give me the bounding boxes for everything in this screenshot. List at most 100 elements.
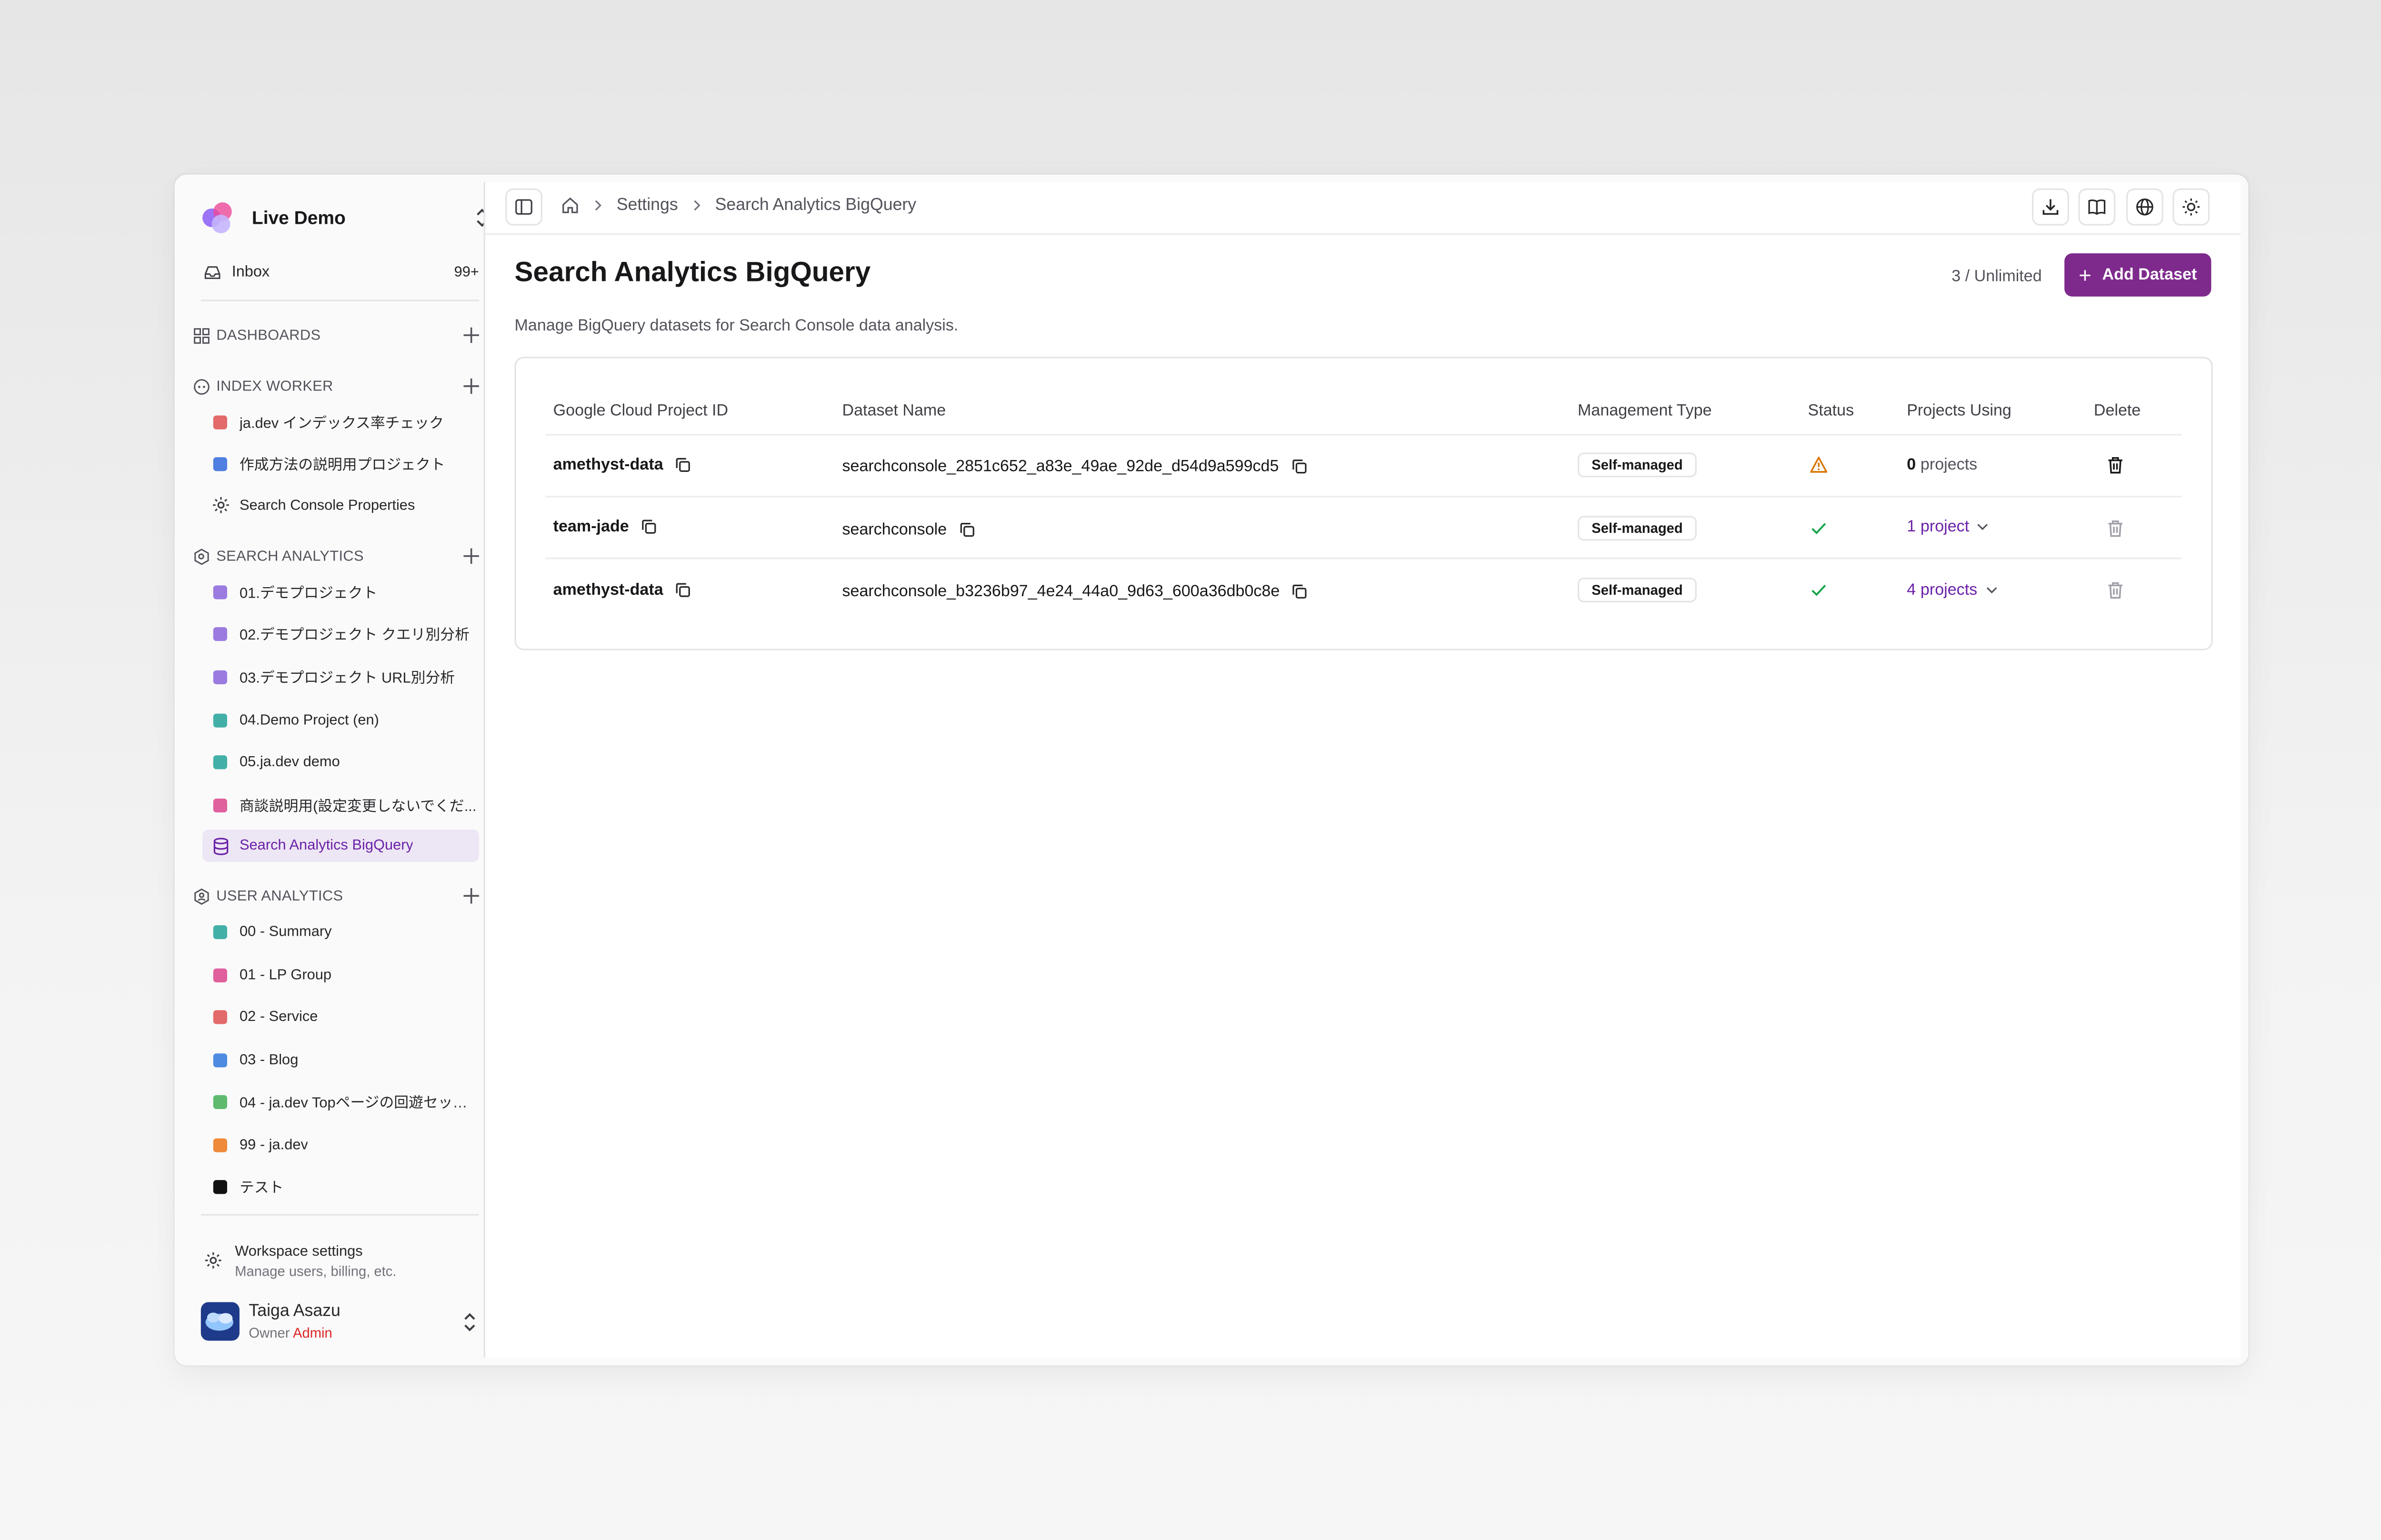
column-header-project-id: Google Cloud Project ID <box>553 401 729 420</box>
section-search-analytics[interactable]: SEARCH ANALYTICS <box>193 544 481 569</box>
sidebar-item-user-analytics[interactable]: 99 - ja.dev <box>202 1129 479 1160</box>
trash-icon[interactable] <box>2106 456 2125 474</box>
sidebar-item-search-analytics-bigquery[interactable]: Search Analytics BigQuery <box>202 829 479 862</box>
add-search-analytics-icon[interactable] <box>462 547 480 565</box>
divider <box>200 1214 479 1216</box>
sidebar-item-user-analytics[interactable]: テスト <box>202 1171 479 1202</box>
projects-count: 4 <box>1907 580 1916 600</box>
workspace-switcher[interactable]: Live Demo <box>195 195 491 241</box>
sidebar-item-index-worker[interactable]: 作成方法の説明用プロジェクト <box>202 448 479 479</box>
bot-icon <box>194 378 210 394</box>
sidebar-item-label: ja.dev インデックス率チェック <box>239 415 444 433</box>
home-icon[interactable] <box>561 196 580 215</box>
projects-using-dropdown[interactable]: 1 project <box>1907 518 1989 536</box>
sidebar-item-label: 作成方法の説明用プロジェクト <box>239 457 445 474</box>
breadcrumb-settings-link[interactable]: Settings <box>617 196 678 215</box>
sidebar-item-search-analytics[interactable]: 05.ja.dev demo <box>202 746 479 777</box>
copy-icon[interactable] <box>676 457 691 472</box>
breadcrumb: Settings Search Analytics BigQuery <box>561 196 916 215</box>
copy-icon[interactable] <box>1291 459 1306 474</box>
theme-toggle-button[interactable] <box>2172 188 2210 226</box>
datasets-table: Google Cloud Project ID Dataset Name Man… <box>514 357 2213 650</box>
add-dataset-button[interactable]: + Add Dataset <box>2064 253 2211 297</box>
sidebar-item-label: 01.デモプロジェクト <box>239 585 378 603</box>
section-dashboards[interactable]: DASHBOARDS <box>193 323 481 348</box>
workspace-settings-link[interactable]: Workspace settings Manage users, billing… <box>201 1240 479 1280</box>
section-index-worker[interactable]: INDEX WORKER <box>193 374 481 399</box>
color-dot <box>213 414 228 429</box>
projects-word: projects <box>1920 580 1978 600</box>
search-analytics-icon <box>194 548 209 564</box>
sidebar-item-search-analytics[interactable]: 02.デモプロジェクト クエリ別分析 <box>202 618 479 649</box>
section-search-analytics-label: SEARCH ANALYTICS <box>216 547 364 565</box>
user-analytics-icon <box>194 888 209 904</box>
sidebar-item-user-analytics[interactable]: 04 - ja.dev Topページの回遊セッシ... <box>202 1086 479 1117</box>
sidebar-item-user-analytics[interactable]: 00 - Summary <box>202 916 479 947</box>
sidebar-item-search-analytics[interactable]: 04.Demo Project (en) <box>202 704 479 735</box>
add-dashboard-icon[interactable] <box>462 326 480 344</box>
language-button[interactable] <box>2126 188 2163 226</box>
sidebar-item-user-analytics[interactable]: 02 - Service <box>202 1001 479 1032</box>
sidebar-item-user-analytics[interactable]: 01 - LP Group <box>202 959 479 990</box>
dataset-name: searchconsole_b3236b97_4e24_44a0_9d63_60… <box>842 582 1280 601</box>
sidebar-toggle-button[interactable] <box>505 188 542 226</box>
add-user-analytics-icon[interactable] <box>462 887 480 905</box>
color-dot <box>213 924 228 939</box>
divider <box>200 300 479 301</box>
sidebar-item-search-analytics[interactable]: 商談説明用(設定変更しないでくだ... <box>202 790 479 820</box>
docs-button[interactable] <box>2078 188 2116 226</box>
project-id: amethyst-data <box>553 580 663 600</box>
projects-using-dropdown[interactable]: 4 projects <box>1907 581 1997 600</box>
column-header-delete: Delete <box>2093 401 2141 420</box>
sun-icon <box>2182 198 2200 216</box>
color-dot <box>213 626 228 640</box>
sidebar-item-search-console-properties[interactable]: Search Console Properties <box>202 490 479 520</box>
chevron-down-icon <box>1978 524 1989 530</box>
user-menu[interactable]: Taiga Asazu Owner Admin <box>200 1298 479 1344</box>
sidebar-item-search-analytics[interactable]: 01.デモプロジェクト <box>202 576 479 607</box>
color-dot <box>213 1052 228 1067</box>
section-user-analytics-label: USER ANALYTICS <box>216 887 343 905</box>
warning-icon <box>1810 456 1828 473</box>
add-index-worker-icon[interactable] <box>462 377 480 395</box>
section-user-analytics[interactable]: USER ANALYTICS <box>193 883 481 908</box>
row-divider <box>545 496 2182 498</box>
management-type-badge: Self-managed <box>1578 452 1697 478</box>
table-row-project-id: amethyst-data <box>553 581 691 600</box>
database-icon <box>213 837 229 855</box>
chevron-right-icon <box>693 200 700 211</box>
sidebar-item-index-worker[interactable]: ja.dev インデックス率チェック <box>202 406 479 437</box>
chevrons-up-down-icon <box>464 1313 475 1331</box>
color-dot <box>213 456 228 470</box>
project-id: team-jade <box>553 517 629 536</box>
page-description: Manage BigQuery datasets for Search Cons… <box>514 316 959 335</box>
sidebar-item-user-analytics[interactable]: 03 - Blog <box>202 1044 479 1075</box>
section-dashboards-label: DASHBOARDS <box>216 327 321 344</box>
projects-count: 1 <box>1907 517 1916 536</box>
color-dot <box>213 1137 228 1152</box>
projects-count: 0 <box>1907 455 1916 474</box>
sidebar-item-label: 01 - LP Group <box>239 966 332 983</box>
sidebar-item-search-analytics[interactable]: 03.デモプロジェクト URL別分析 <box>202 661 479 692</box>
workspace-settings-title: Workspace settings <box>235 1242 363 1260</box>
sidebar-item-inbox[interactable]: Inbox 99+ <box>201 256 479 287</box>
table-row-project-id: amethyst-data <box>553 456 691 474</box>
color-dot <box>213 754 228 769</box>
table-row-dataset: searchconsole_2851c652_a83e_49ae_92de_d5… <box>842 457 1306 476</box>
dataset-name: searchconsole <box>842 520 947 540</box>
admin-badge: Admin <box>293 1324 332 1340</box>
projects-word: project <box>1920 517 1970 536</box>
layout-grid-icon <box>194 327 210 343</box>
row-divider <box>545 557 2182 560</box>
trash-icon <box>2108 520 2122 537</box>
app-window: Live Demo Inbox 99+ DASHBOARDS INDEX WOR… <box>174 174 2249 1366</box>
breadcrumb-current: Search Analytics BigQuery <box>715 196 917 215</box>
copy-icon[interactable] <box>959 522 974 537</box>
sidebar-item-label: Search Analytics BigQuery <box>239 837 413 854</box>
color-dot <box>213 968 228 982</box>
copy-icon[interactable] <box>641 519 657 534</box>
download-button[interactable] <box>2032 188 2069 226</box>
copy-icon[interactable] <box>1292 584 1307 599</box>
inbox-label: Inbox <box>231 263 270 280</box>
copy-icon[interactable] <box>676 582 691 598</box>
